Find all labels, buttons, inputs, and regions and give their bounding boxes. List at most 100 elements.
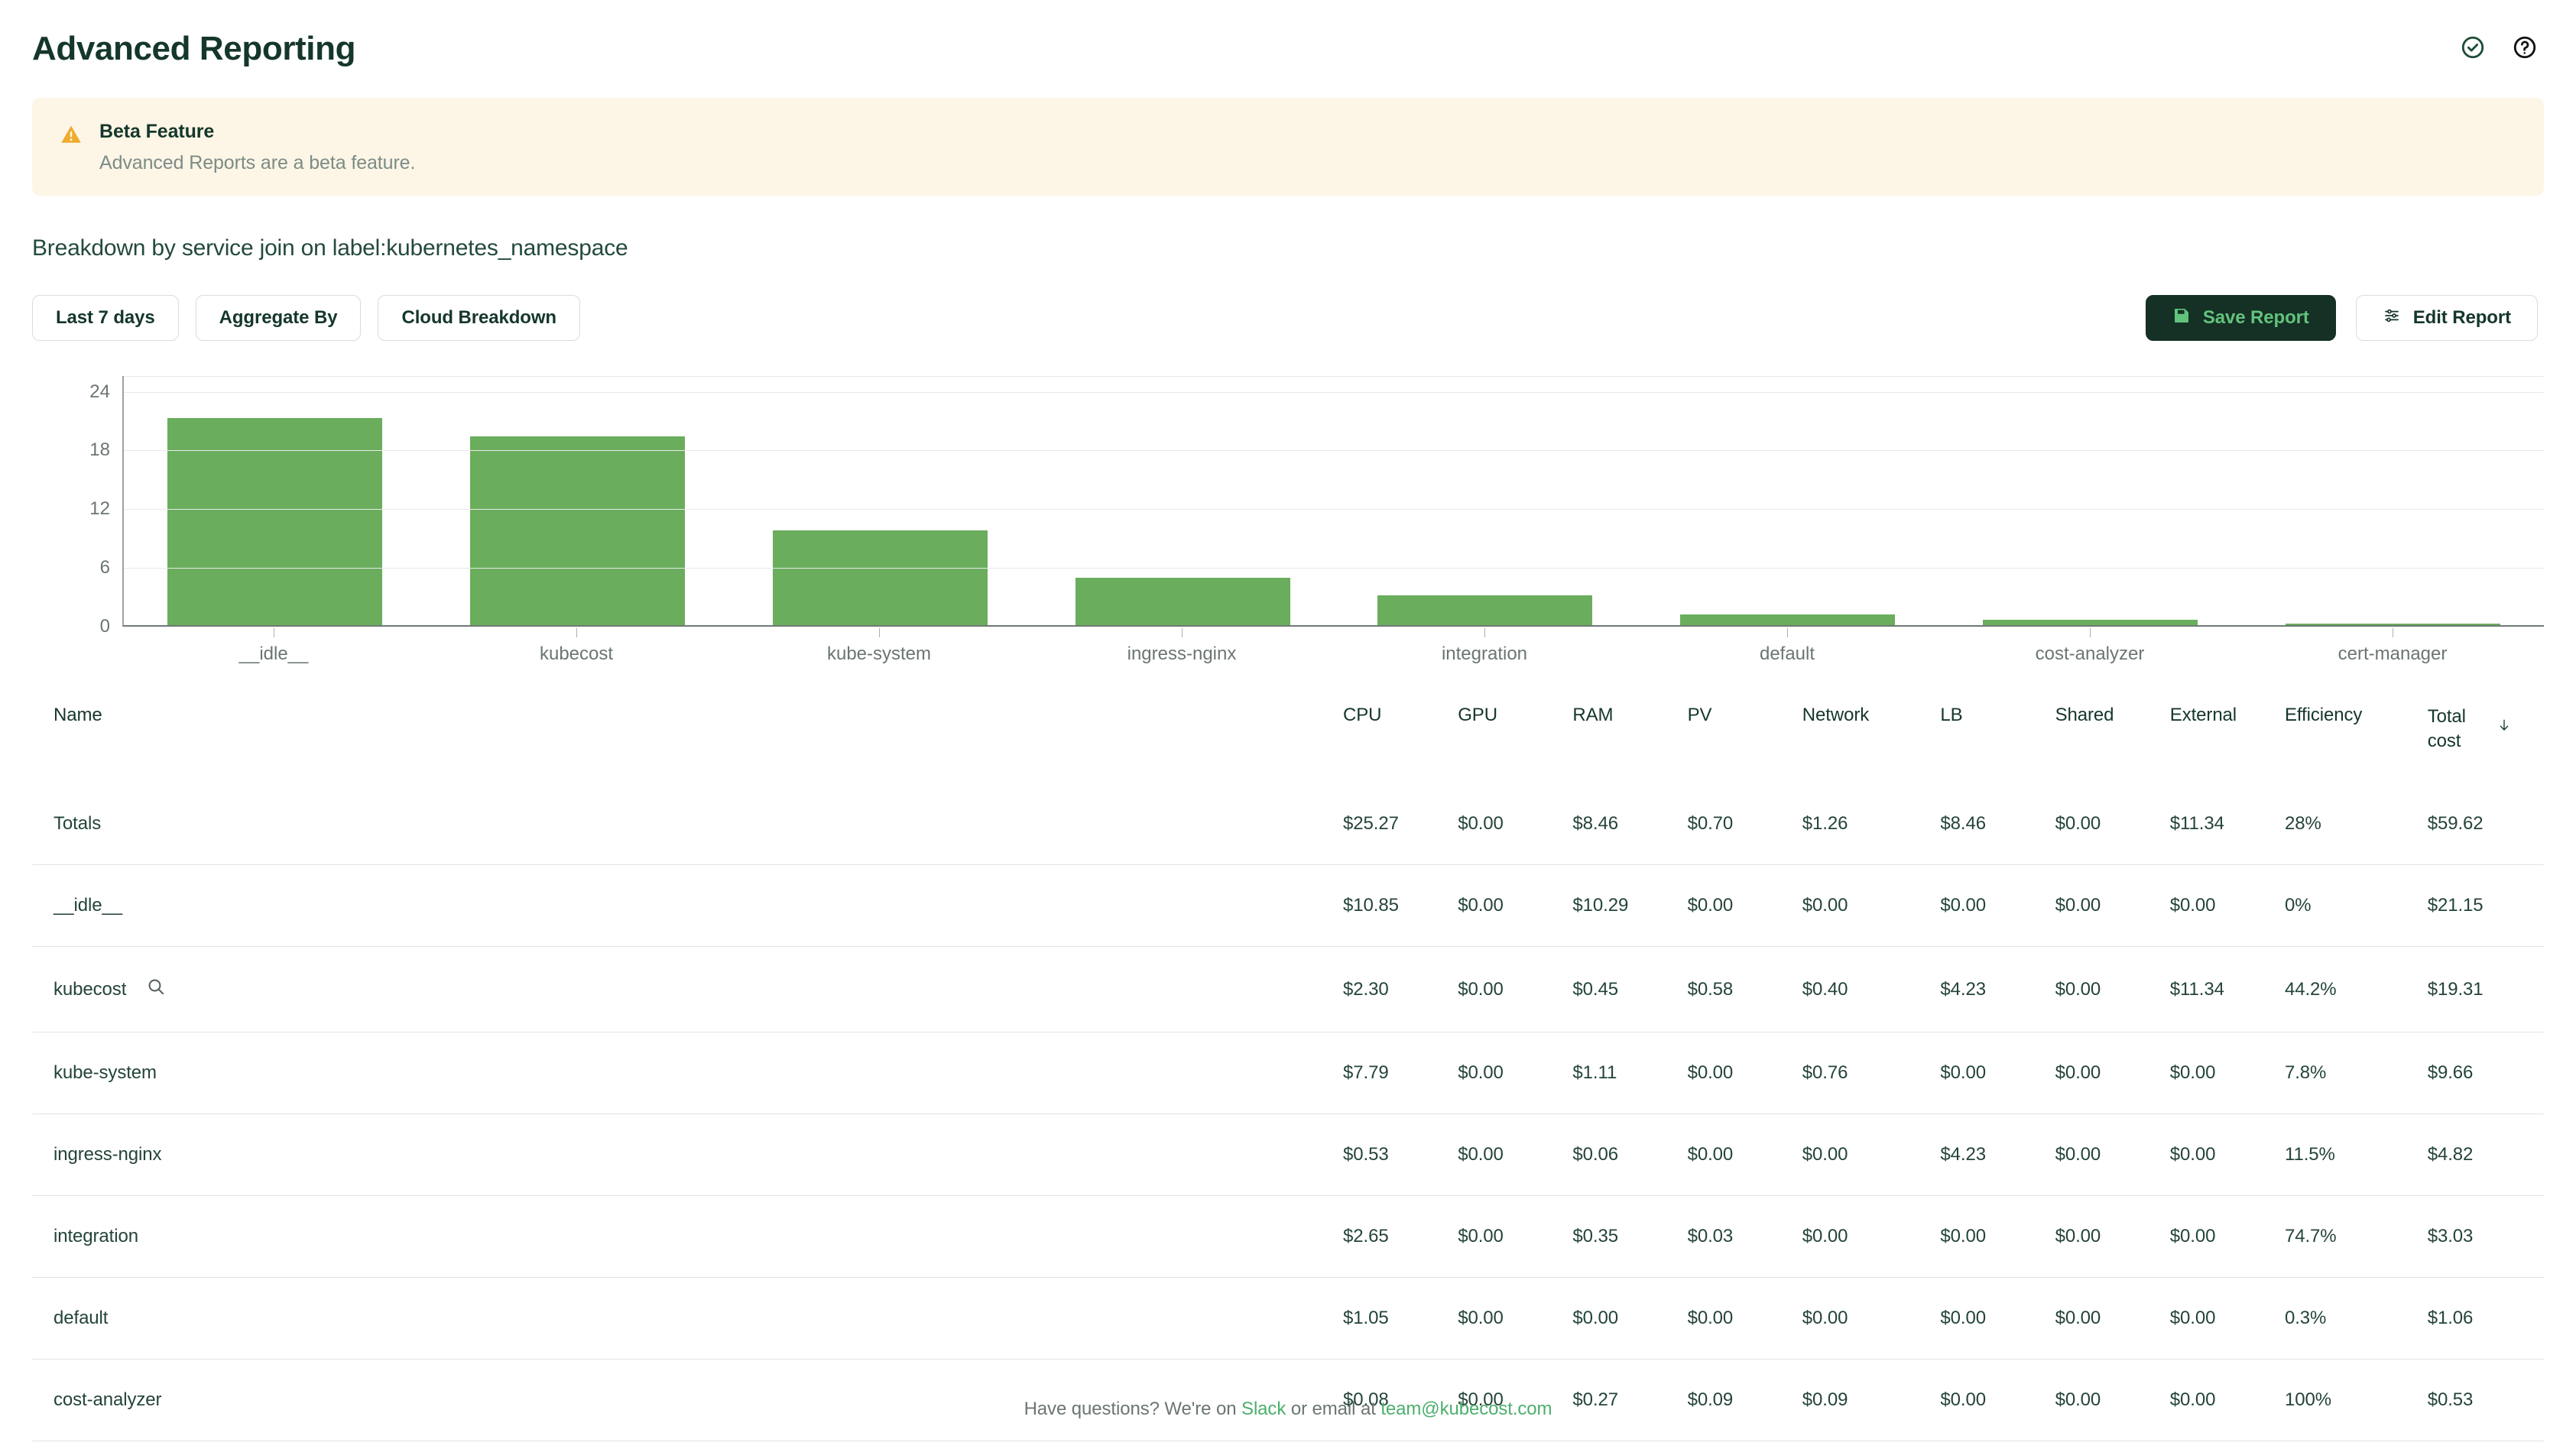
table-cell-ram: $0.45 bbox=[1572, 946, 1688, 1032]
x-axis-tick-label: integration bbox=[1333, 628, 1636, 665]
table-cell-network: $0.00 bbox=[1802, 864, 1941, 947]
arrow-down-icon[interactable] bbox=[2497, 717, 2512, 738]
chart-plot-area: __idle__ kubecost kube-system ingress-nginx… bbox=[122, 376, 2544, 664]
chart-bar[interactable] bbox=[1377, 595, 1593, 625]
column-header-pv[interactable]: PV bbox=[1688, 688, 1802, 783]
beta-feature-banner: Beta Feature Advanced Reports are a beta… bbox=[32, 98, 2544, 196]
chart-bar[interactable] bbox=[1680, 614, 1896, 625]
cloud-breakdown-filter[interactable]: Cloud Breakdown bbox=[378, 295, 580, 341]
chart-bar[interactable] bbox=[1982, 620, 2198, 625]
y-axis-tick-label: 18 bbox=[89, 439, 110, 461]
table-row[interactable]: default $1.05 $0.00 $0.00 $0.00 $0.00 $0.00 $0.… bbox=[32, 1277, 2544, 1360]
table-cell-ram: $0.06 bbox=[1572, 1113, 1688, 1196]
column-header-ram[interactable]: RAM bbox=[1572, 688, 1687, 783]
table-row[interactable]: kube-system $7.79 $0.00 $1.11 $0.00 $0.76 $0.0… bbox=[32, 1032, 2544, 1114]
chart-bar-slot bbox=[1031, 376, 1334, 625]
chart-bar[interactable] bbox=[470, 436, 686, 625]
x-axis-tick-label: kube-system bbox=[728, 628, 1030, 665]
table-cell-efficiency: 100% bbox=[2284, 1441, 2428, 1449]
table-cell-name: default bbox=[32, 1277, 1344, 1360]
edit-report-button[interactable]: Edit Report bbox=[2355, 295, 2538, 341]
advanced-reporting-page: Advanced Reporting Beta Feature Advanced… bbox=[0, 0, 2576, 1449]
chart-bar[interactable] bbox=[1075, 578, 1290, 625]
table-cell-ram: $8.46 bbox=[1572, 813, 1618, 835]
column-header-efficiency[interactable]: Efficiency bbox=[2285, 688, 2428, 783]
page-title: Advanced Reporting bbox=[32, 30, 356, 67]
table-cell-network: $0.40 bbox=[1802, 946, 1941, 1032]
date-range-filter[interactable]: Last 7 days bbox=[32, 295, 179, 341]
table-cell-gpu: $0.00 bbox=[1458, 1441, 1573, 1449]
table-cell-shared: $0.00 bbox=[2055, 946, 2170, 1032]
email-link[interactable]: team@kubecost.com bbox=[1380, 1399, 1552, 1419]
table-cell-total: $4.82 bbox=[2427, 1113, 2544, 1196]
table-cell-external: $0.00 bbox=[2169, 1277, 2285, 1360]
table-cell-gpu: $0.00 bbox=[1458, 1195, 1573, 1278]
table-cell-efficiency: 0% bbox=[2284, 864, 2428, 947]
table-cell-lb: $8.46 bbox=[1940, 813, 1986, 835]
column-header-name[interactable]: Name bbox=[32, 688, 1343, 783]
table-cell-pv: $0.58 bbox=[1687, 946, 1802, 1032]
table-cell-gpu: $0.00 bbox=[1458, 813, 1504, 835]
table-cell-lb: $0.00 bbox=[1940, 1277, 2055, 1360]
y-axis-tick-label: 12 bbox=[89, 498, 110, 520]
table-cell-lb: $4.23 bbox=[1940, 946, 2055, 1032]
column-header-cpu[interactable]: CPU bbox=[1343, 688, 1458, 783]
search-icon[interactable] bbox=[146, 977, 166, 1002]
table-cell-pv: $0.00 bbox=[1687, 1277, 1802, 1360]
column-header-shared[interactable]: Shared bbox=[2055, 688, 2170, 783]
beta-banner-text: Beta Feature Advanced Reports are a beta… bbox=[99, 121, 415, 174]
column-header-total-cost[interactable]: Total cost bbox=[2428, 688, 2544, 783]
aggregate-by-filter[interactable]: Aggregate By bbox=[195, 295, 362, 341]
beta-banner-title: Beta Feature bbox=[99, 121, 215, 142]
help-circle-icon[interactable] bbox=[2512, 34, 2538, 64]
table-cell-gpu: $0.00 bbox=[1458, 1113, 1573, 1196]
table-row[interactable]: kubecost $2.30 $0.00 $0.45 $0.58 $0.40 $4.23 $0… bbox=[32, 946, 2544, 1032]
column-header-gpu[interactable]: GPU bbox=[1458, 688, 1572, 783]
table-cell-cpu: $25.27 bbox=[1343, 813, 1399, 835]
table-row[interactable]: ingress-nginx $0.53 $0.00 $0.06 $0.00 $0.00 $4… bbox=[32, 1113, 2544, 1196]
table-cell-shared: $0.00 bbox=[2055, 864, 2170, 947]
report-toolbar: Last 7 days Aggregate By Cloud Breakdown… bbox=[32, 295, 2544, 341]
x-axis-tick-label: ingress-nginx bbox=[1030, 628, 1333, 665]
name-cell-content: default bbox=[54, 1308, 1343, 1329]
table-row[interactable]: integration $2.65 $0.00 $0.35 $0.03 $0.00 $0.0… bbox=[32, 1195, 2544, 1278]
table-cell-pv: $0.00 bbox=[1687, 864, 1802, 947]
chart-bar[interactable] bbox=[167, 418, 383, 625]
table-row[interactable]: Totals $25.27 $0.00 $8.46 $0.70 $1.26 $8.46 $0.… bbox=[32, 783, 2544, 865]
table-cell-name: cert-manager bbox=[32, 1441, 1344, 1449]
chart-bar[interactable] bbox=[772, 530, 988, 625]
column-header-lb[interactable]: LB bbox=[1940, 688, 2055, 783]
table-cell-name: kubecost bbox=[32, 946, 1344, 1032]
cost-breakdown-table: Name CPU GPU RAM PV Network LB Shared Ex… bbox=[32, 688, 2544, 1449]
slack-link[interactable]: Slack bbox=[1241, 1399, 1286, 1419]
name-cell-content: __idle__ bbox=[54, 895, 1343, 916]
save-report-button[interactable]: Save Report bbox=[2145, 295, 2336, 341]
table-cell-gpu: $0.00 bbox=[1458, 1032, 1573, 1114]
column-header-external[interactable]: External bbox=[2170, 688, 2285, 783]
table-cell-network: $0.00 bbox=[1802, 1195, 1941, 1278]
row-name-label: ingress-nginx bbox=[54, 1144, 162, 1165]
check-circle-icon[interactable] bbox=[2460, 34, 2486, 64]
table-cell-ram: $10.29 bbox=[1572, 864, 1688, 947]
table-row[interactable]: cert-manager$0.02$0.00$0.05$0.00$0.00$0.… bbox=[32, 1441, 2544, 1449]
table-cell-cpu: $0.02 bbox=[1343, 1441, 1458, 1449]
chart-bar-slot bbox=[1637, 376, 1939, 625]
chart-gridline bbox=[124, 391, 2544, 393]
table-row[interactable]: __idle__ $10.85 $0.00 $10.29 $0.00 $0.00 $0.00… bbox=[32, 864, 2544, 947]
chart-bar-slot bbox=[729, 376, 1032, 625]
table-cell-lb: $0.00 bbox=[1940, 1032, 2055, 1114]
row-name-label: Totals bbox=[54, 813, 102, 835]
x-axis-tick-mark bbox=[1484, 628, 1485, 637]
edit-report-label: Edit Report bbox=[2412, 307, 2511, 328]
table-cell-total: $19.31 bbox=[2427, 946, 2544, 1032]
footer-text-before: Have questions? We're on bbox=[1024, 1399, 1242, 1419]
chart-bar[interactable] bbox=[2285, 624, 2500, 625]
table-cell-pv: $0.00 bbox=[1687, 1032, 1802, 1114]
table-cell-cpu: $1.05 bbox=[1343, 1277, 1458, 1360]
name-cell-content: Totals bbox=[54, 813, 1343, 835]
table-cell-lb: $0.00 bbox=[1940, 1195, 2055, 1278]
chart-gridline bbox=[124, 450, 2544, 452]
support-footer: Have questions? We're on Slack or email … bbox=[0, 1399, 2576, 1420]
y-axis-tick-label: 24 bbox=[89, 381, 110, 402]
column-header-network[interactable]: Network bbox=[1802, 688, 1941, 783]
